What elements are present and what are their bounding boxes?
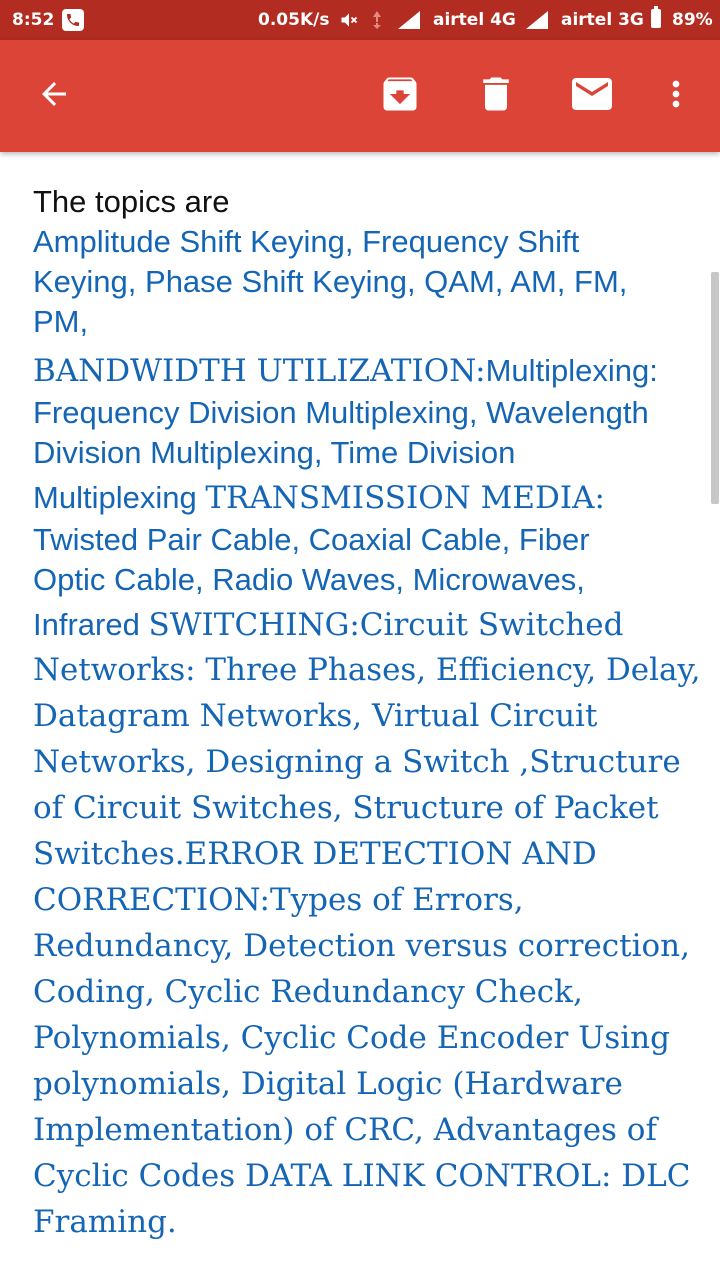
text-line: Polynomials, Cyclic Code Encoder Using [33, 1020, 670, 1056]
text-line: Frequency Division Multiplexing, Wavelen… [33, 395, 649, 430]
text-line: Optic Cable, Radio Waves, Microwaves, [33, 562, 585, 597]
carrier-label: airtel 3G [561, 10, 644, 30]
text-line: Coding, Cyclic Redundancy Check, [33, 974, 583, 1010]
text-line: of Circuit Switches, Structure of Packet [33, 790, 659, 826]
message-text: The topics are Amplitude Shift Keying, F… [33, 182, 701, 1245]
battery-percent: 89% [672, 10, 713, 30]
status-time: 8:52 [12, 10, 55, 30]
message-body: The topics are Amplitude Shift Keying, F… [0, 152, 720, 1280]
arrow-back-icon [36, 76, 72, 117]
text-span: SWITCHING:Circuit Switched [148, 607, 624, 643]
text-line: Networks: Three Phases, Efficiency, Dela… [33, 652, 701, 688]
back-button[interactable] [24, 66, 84, 126]
text-span: Multiplexing [33, 480, 206, 515]
app-toolbar [0, 40, 720, 152]
text-line: Keying, Phase Shift Keying, QAM, AM, FM, [33, 264, 628, 299]
text-line: Infrared SWITCHING:Circuit Switched [33, 600, 698, 647]
mute-icon [338, 10, 360, 35]
network-speed: 0.05K/s [258, 10, 330, 30]
scrollbar[interactable] [711, 272, 719, 504]
signal-strength-icon [396, 10, 422, 35]
text-line: PM, [33, 304, 89, 339]
mark-unread-button[interactable] [562, 66, 622, 126]
text-span: Multiplexing: [485, 353, 658, 388]
text-line: Switches.ERROR DETECTION AND [33, 836, 597, 872]
text-line: Implementation) of CRC, Advantages of [33, 1112, 657, 1148]
carrier-label: airtel 4G [433, 10, 516, 30]
text-line: Redundancy, Detection versus correction, [33, 928, 690, 964]
phone-call-icon [62, 9, 84, 31]
archive-button[interactable] [370, 66, 430, 126]
text-line: Framing. [33, 1204, 177, 1240]
text-line: Cyclic Codes DATA LINK CONTROL: DLC [33, 1158, 691, 1194]
delete-icon [474, 72, 518, 121]
text-span: Infrared [33, 607, 149, 642]
data-transfer-icon [372, 10, 382, 35]
mail-icon [568, 70, 616, 123]
message-intro: The topics are [33, 184, 230, 219]
battery-icon [651, 6, 661, 28]
delete-button[interactable] [466, 66, 526, 126]
more-options-button[interactable] [646, 66, 706, 126]
text-line: polynomials, Digital Logic (Hardware [33, 1066, 623, 1102]
text-line: Datagram Networks, Virtual Circuit [33, 698, 598, 734]
text-line: BANDWIDTH UTILIZATION:Multiplexing: [33, 342, 698, 393]
text-span: BANDWIDTH UTILIZATION: [33, 353, 486, 389]
signal-strength-icon [524, 10, 550, 35]
text-span: TRANSMISSION MEDIA: [205, 480, 605, 516]
text-line: Amplitude Shift Keying, Frequency Shift [33, 224, 580, 259]
text-line: Division Multiplexing, Time Division [33, 435, 516, 470]
text-line: Networks, Designing a Switch ,Structure [33, 744, 681, 780]
more-vert-icon [656, 74, 696, 119]
archive-icon [378, 72, 422, 121]
status-bar: 8:52 0.05K/s airtel 4G airtel 3G 89% [0, 0, 720, 40]
text-line: CORRECTION:Types of Errors, [33, 882, 524, 918]
text-line: Twisted Pair Cable, Coaxial Cable, Fiber [33, 522, 590, 557]
text-line: Multiplexing TRANSMISSION MEDIA: [33, 473, 698, 520]
